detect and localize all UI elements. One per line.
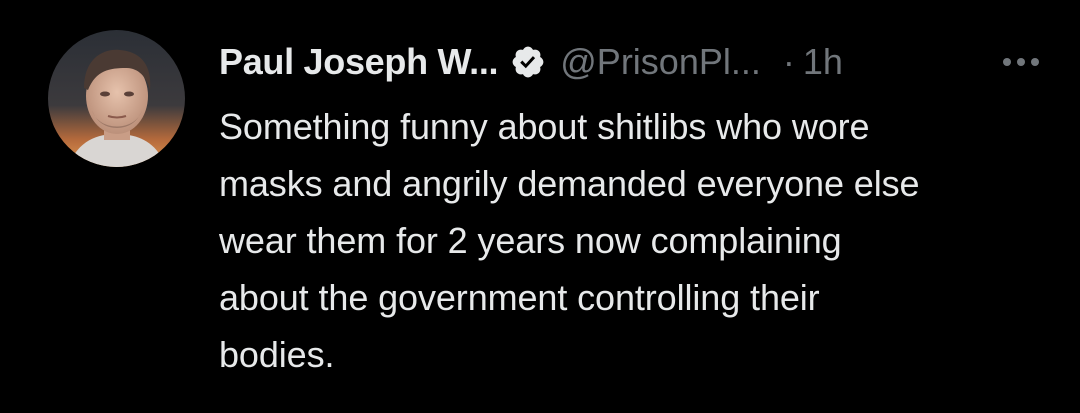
author-handle[interactable]: @PrisonPl... bbox=[560, 41, 761, 83]
avatar[interactable] bbox=[48, 30, 185, 167]
more-options-icon[interactable] bbox=[993, 36, 1049, 88]
verified-badge-icon bbox=[510, 44, 546, 80]
author-display-name[interactable]: Paul Joseph W... bbox=[219, 41, 499, 83]
tweet-header: Paul Joseph W... @PrisonPl... · 1h bbox=[219, 36, 1049, 88]
header-separator: · bbox=[782, 41, 795, 82]
avatar-image bbox=[48, 30, 185, 167]
tweet[interactable]: Paul Joseph W... @PrisonPl... · 1h Somet… bbox=[0, 0, 1080, 413]
tweet-timestamp[interactable]: 1h bbox=[803, 41, 843, 83]
tweet-text: Something funny about shitlibs who wore … bbox=[219, 106, 920, 375]
